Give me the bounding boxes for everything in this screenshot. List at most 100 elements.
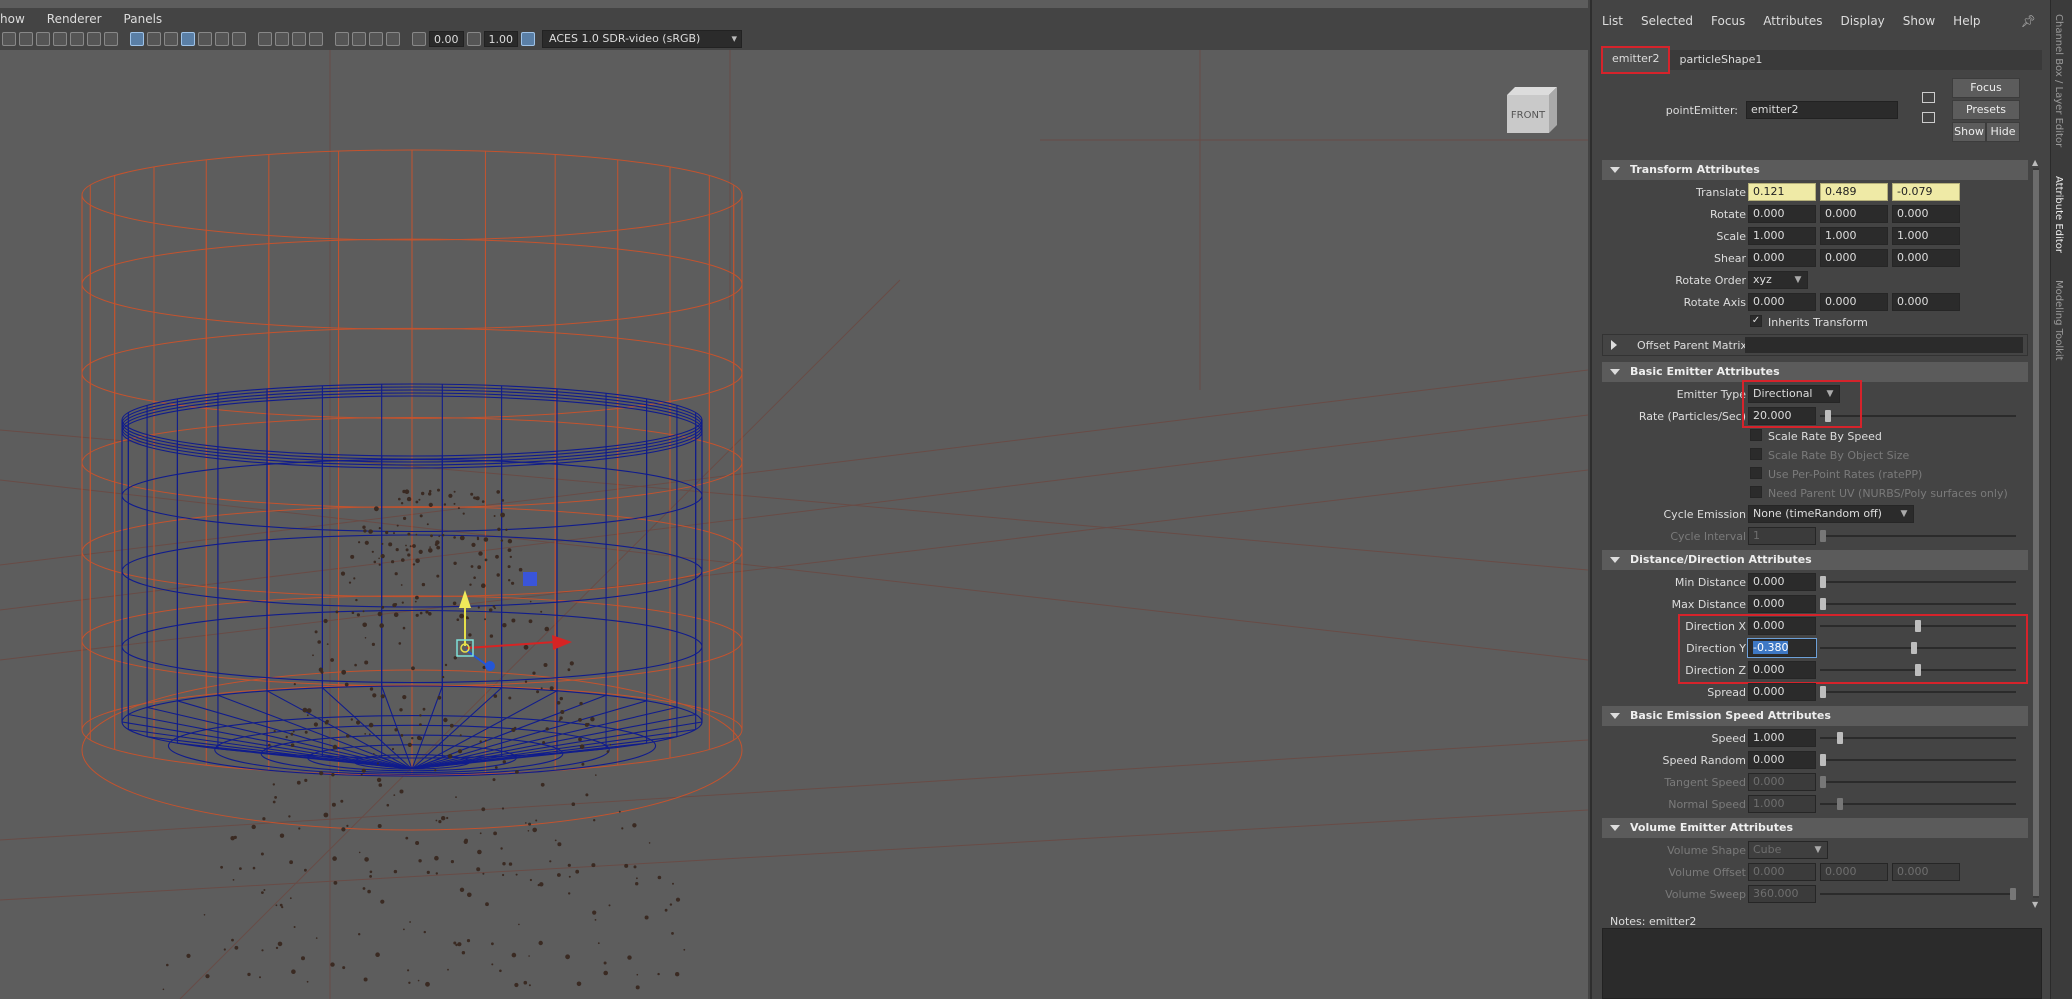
volume-sweep-slider[interactable] — [1820, 888, 2016, 900]
inherits-transform-checkbox[interactable]: ✓ — [1750, 315, 1762, 327]
tab-modeling-toolkit[interactable]: Modeling Toolkit — [2053, 280, 2064, 361]
camera-icon[interactable] — [2, 32, 16, 46]
shear-x-field[interactable]: 0.000 — [1748, 249, 1816, 267]
xray-icon[interactable] — [181, 32, 195, 46]
z-axis-handle-icon[interactable] — [485, 661, 495, 671]
section-basic-emission-speed-attributes[interactable]: Basic Emission Speed Attributes — [1602, 706, 2028, 726]
scale-rate-by-object-size-checkbox[interactable] — [1750, 448, 1762, 460]
lights-icon[interactable] — [215, 32, 229, 46]
slider-handle[interactable] — [1820, 686, 1826, 698]
scene-canvas[interactable] — [0, 50, 1588, 999]
direction-y-field[interactable]: -0.380 — [1747, 638, 1817, 658]
section-volume-emitter-attributes[interactable]: Volume Emitter Attributes — [1602, 818, 2028, 838]
volume-offset-z-field[interactable]: 0.000 — [1892, 863, 1960, 881]
cycle-interval-field[interactable]: 1 — [1748, 527, 1816, 545]
speed-random-slider[interactable] — [1820, 754, 2016, 766]
max-distance-field[interactable]: 0.000 — [1748, 595, 1816, 613]
shear-y-field[interactable]: 0.000 — [1820, 249, 1888, 267]
speed-random-field[interactable]: 0.000 — [1748, 751, 1816, 769]
notes-textarea[interactable] — [1602, 928, 2042, 999]
slider-handle[interactable] — [1836, 732, 1843, 744]
volume-offset-y-field[interactable]: 0.000 — [1820, 863, 1888, 881]
textured-icon[interactable] — [198, 32, 212, 46]
min-distance-slider[interactable] — [1820, 576, 2016, 588]
gamma-field[interactable]: 1.00 — [483, 31, 518, 47]
slider-handle[interactable] — [1915, 620, 1921, 632]
scale-x-field[interactable]: 1.000 — [1748, 227, 1816, 245]
grid-icon[interactable] — [53, 32, 67, 46]
tab-emitter2[interactable]: emitter2 — [1600, 46, 1671, 74]
antialias-icon[interactable] — [292, 32, 306, 46]
attribute-scrollbar[interactable]: ▲ ▼ — [2030, 158, 2042, 910]
focus-button[interactable]: Focus — [1952, 78, 2020, 98]
smooth-shade-icon[interactable] — [147, 32, 161, 46]
viewport-panel[interactable]: how Renderer Panels 0.00 1.00 ACES 1.0 S… — [0, 0, 1588, 999]
expand-arrow-icon[interactable] — [1611, 340, 1617, 350]
direction-x-slider[interactable] — [1820, 620, 2016, 632]
menu-panels[interactable]: Panels — [124, 12, 163, 26]
cycle-interval-slider[interactable] — [1820, 530, 2016, 542]
attribute-scroll-area[interactable]: Transform Attributes Translate 0.121 0.4… — [1602, 158, 2028, 910]
min-distance-field[interactable]: 0.000 — [1748, 573, 1816, 591]
menu-show[interactable]: how — [0, 12, 25, 26]
rotate-y-field[interactable]: 0.000 — [1820, 205, 1888, 223]
speed-field[interactable]: 1.000 — [1748, 729, 1816, 747]
menu-show[interactable]: Show — [1903, 14, 1935, 28]
translate-y-field[interactable]: 0.489 — [1820, 183, 1888, 201]
gamma-icon[interactable] — [466, 32, 481, 46]
slider-handle[interactable] — [1820, 530, 1826, 542]
direction-z-slider[interactable] — [1820, 664, 2016, 676]
volume-shape-dropdown[interactable]: Cube ▼ — [1748, 841, 1828, 859]
view-transform-dropdown[interactable]: ACES 1.0 SDR-video (sRGB) ▾ — [542, 30, 742, 48]
rotate-axis-y-field[interactable]: 0.000 — [1820, 293, 1888, 311]
direction-x-field[interactable]: 0.000 — [1748, 617, 1816, 635]
presets-button[interactable]: Presets — [1952, 100, 2020, 120]
slider-handle[interactable] — [1836, 798, 1843, 810]
xray-components-icon[interactable] — [369, 32, 383, 46]
cycle-emission-dropdown[interactable]: None (timeRandom off) ▼ — [1748, 505, 1914, 523]
wireframe-on-shaded-icon[interactable] — [164, 32, 178, 46]
xray-joints-icon[interactable] — [352, 32, 366, 46]
shear-z-field[interactable]: 0.000 — [1892, 249, 1960, 267]
section-basic-emitter-attributes[interactable]: Basic Emitter Attributes — [1602, 362, 2028, 382]
tab-particleshape1[interactable]: particleShape1 — [1669, 50, 1772, 70]
view-cube[interactable]: FRONT — [1503, 85, 1559, 135]
bookmark-icon[interactable] — [36, 32, 50, 46]
tab-channel-box[interactable]: Channel Box / Layer Editor — [2053, 14, 2064, 147]
menu-list[interactable]: List — [1602, 14, 1623, 28]
max-distance-slider[interactable] — [1820, 598, 2016, 610]
offset-parent-matrix-row[interactable]: Offset Parent Matrix — [1602, 334, 2028, 356]
plane-handle-icon[interactable] — [523, 572, 537, 586]
x-axis-arrow-icon[interactable] — [552, 635, 572, 650]
load-selected-icon[interactable] — [1922, 92, 1935, 103]
tab-attribute-editor[interactable]: Attribute Editor — [2053, 176, 2064, 253]
exposure-field[interactable]: 0.00 — [429, 31, 464, 47]
color-management-icon[interactable] — [521, 32, 535, 46]
film-gate-icon[interactable] — [70, 32, 84, 46]
slider-handle[interactable] — [1911, 642, 1918, 654]
rate-field[interactable]: 20.000 — [1748, 407, 1816, 425]
menu-renderer[interactable]: Renderer — [47, 12, 102, 26]
copy-tab-icon[interactable] — [1922, 112, 1935, 123]
shadows-icon[interactable] — [232, 32, 246, 46]
menu-attributes[interactable]: Attributes — [1763, 14, 1822, 28]
rotate-axis-x-field[interactable]: 0.000 — [1748, 293, 1816, 311]
grease-pencil-icon[interactable] — [386, 32, 400, 46]
translate-x-field[interactable]: 0.121 — [1748, 183, 1816, 201]
volume-offset-x-field[interactable]: 0.000 — [1748, 863, 1816, 881]
slider-handle[interactable] — [1915, 664, 1921, 676]
hide-button[interactable]: Hide — [1986, 122, 2020, 142]
show-button[interactable]: Show — [1952, 122, 1986, 142]
section-distance-direction-attributes[interactable]: Distance/Direction Attributes — [1602, 550, 2028, 570]
pin-icon[interactable]: 📌︎ — [2021, 14, 2036, 28]
y-axis-arrow-icon[interactable] — [459, 590, 471, 608]
rotate-z-field[interactable]: 0.000 — [1892, 205, 1960, 223]
rotate-order-dropdown[interactable]: xyz ▼ — [1748, 271, 1808, 289]
text-icon[interactable] — [104, 32, 118, 46]
slider-handle[interactable] — [1820, 754, 1826, 766]
depth-of-field-icon[interactable] — [309, 32, 323, 46]
isolate-icon[interactable] — [335, 32, 349, 46]
slider-handle[interactable] — [1824, 410, 1831, 422]
rotate-axis-z-field[interactable]: 0.000 — [1892, 293, 1960, 311]
menu-focus[interactable]: Focus — [1711, 14, 1745, 28]
